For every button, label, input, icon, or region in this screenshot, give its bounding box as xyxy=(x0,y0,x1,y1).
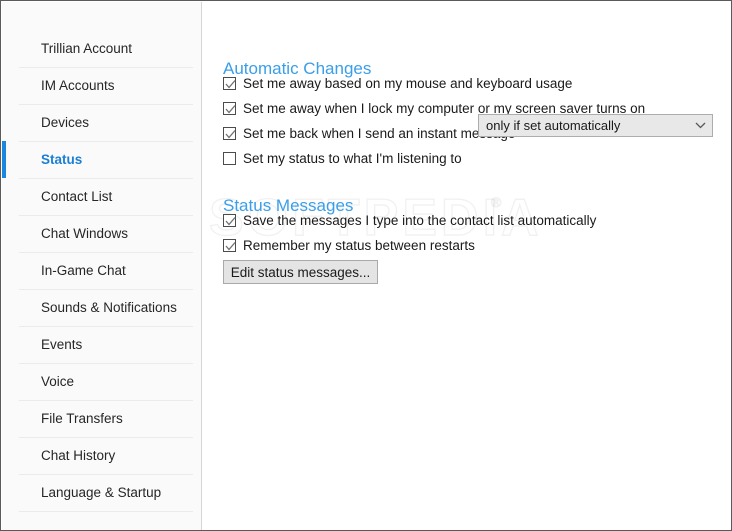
sidebar-item-label: Chat Windows xyxy=(41,226,129,241)
sidebar-item-im-accounts[interactable]: IM Accounts xyxy=(19,68,193,105)
sidebar-item-chat-windows[interactable]: Chat Windows xyxy=(19,216,193,253)
checkmark-icon xyxy=(225,242,236,251)
sidebar-item-chat-history[interactable]: Chat History xyxy=(19,438,193,475)
checkmark-icon xyxy=(225,130,236,139)
checkbox-status-listening-to[interactable] xyxy=(223,152,236,165)
sidebar-item-contact-list[interactable]: Contact List xyxy=(19,179,193,216)
sidebar-item-label: In-Game Chat xyxy=(41,263,126,278)
sidebar-item-label: Sounds & Notifications xyxy=(41,300,177,315)
preferences-window: Trillian Account IM Accounts Devices Status… xyxy=(0,0,732,531)
sidebar-item-label: Trillian Account xyxy=(41,41,133,56)
dropdown-selected-value: only if set automatically xyxy=(486,118,621,133)
settings-sidebar: Trillian Account IM Accounts Devices Status… xyxy=(2,2,202,530)
checkbox-label: Set me away based on my mouse and keyboa… xyxy=(243,76,573,91)
checkbox-row-set-away-mouse-keyboard[interactable]: Set me away based on my mouse and keyboa… xyxy=(223,76,572,91)
sidebar-item-label: IM Accounts xyxy=(41,78,115,93)
checkbox-row-set-back-instant-message[interactable]: Set me back when I send an instant messa… xyxy=(223,126,515,141)
sidebar-item-events[interactable]: Events xyxy=(19,327,193,364)
checkbox-row-save-typed-messages[interactable]: Save the messages I type into the contac… xyxy=(223,213,596,228)
chevron-down-icon xyxy=(688,122,712,129)
sidebar-item-label: Status xyxy=(41,152,83,167)
checkbox-save-typed-messages[interactable] xyxy=(223,214,236,227)
sidebar-item-voice[interactable]: Voice xyxy=(19,364,193,401)
checkmark-icon xyxy=(225,105,236,114)
checkbox-row-remember-status-restarts[interactable]: Remember my status between restarts xyxy=(223,238,475,253)
checkbox-remember-status-restarts[interactable] xyxy=(223,239,236,252)
sidebar-item-sounds-notifications[interactable]: Sounds & Notifications xyxy=(19,290,193,327)
checkmark-icon xyxy=(225,80,236,89)
sidebar-selection-accent-bar xyxy=(2,141,6,178)
sidebar-item-file-transfers[interactable]: File Transfers xyxy=(19,401,193,438)
checkbox-label: Save the messages I type into the contac… xyxy=(243,213,597,228)
checkbox-set-back-instant-message[interactable] xyxy=(223,127,236,140)
sidebar-item-trillian-account[interactable]: Trillian Account xyxy=(19,31,193,68)
sidebar-item-label: Devices xyxy=(41,115,90,130)
checkbox-row-status-listening-to[interactable]: Set my status to what I'm listening to xyxy=(223,151,462,166)
sidebar-item-label: Language & Startup xyxy=(41,485,162,500)
sidebar-item-status[interactable]: Status xyxy=(2,141,193,179)
sidebar-item-label: File Transfers xyxy=(41,411,123,426)
sidebar-item-language-startup[interactable]: Language & Startup xyxy=(19,475,193,512)
sidebar-item-label: Events xyxy=(41,337,83,352)
sidebar-item-in-game-chat[interactable]: In-Game Chat xyxy=(19,253,193,290)
sidebar-item-label: Contact List xyxy=(41,189,113,204)
sidebar-item-label: Voice xyxy=(41,374,75,389)
set-back-mode-dropdown[interactable]: only if set automatically xyxy=(478,114,713,137)
sidebar-item-devices[interactable]: Devices xyxy=(19,105,193,142)
settings-content-panel: SOFTPEDIA ® Automatic Changes Set me awa… xyxy=(203,2,730,529)
checkbox-label: Remember my status between restarts xyxy=(243,238,475,253)
sidebar-item-label: Chat History xyxy=(41,448,116,463)
softpedia-watermark-registered-mark: ® xyxy=(490,194,502,211)
checkbox-label: Set my status to what I'm listening to xyxy=(243,151,462,166)
checkbox-set-away-lock-screensaver[interactable] xyxy=(223,102,236,115)
checkbox-label: Set me back when I send an instant messa… xyxy=(243,126,516,141)
edit-status-messages-button[interactable]: Edit status messages... xyxy=(223,260,378,284)
checkmark-icon xyxy=(225,217,236,226)
checkbox-set-away-mouse-keyboard[interactable] xyxy=(223,77,236,90)
